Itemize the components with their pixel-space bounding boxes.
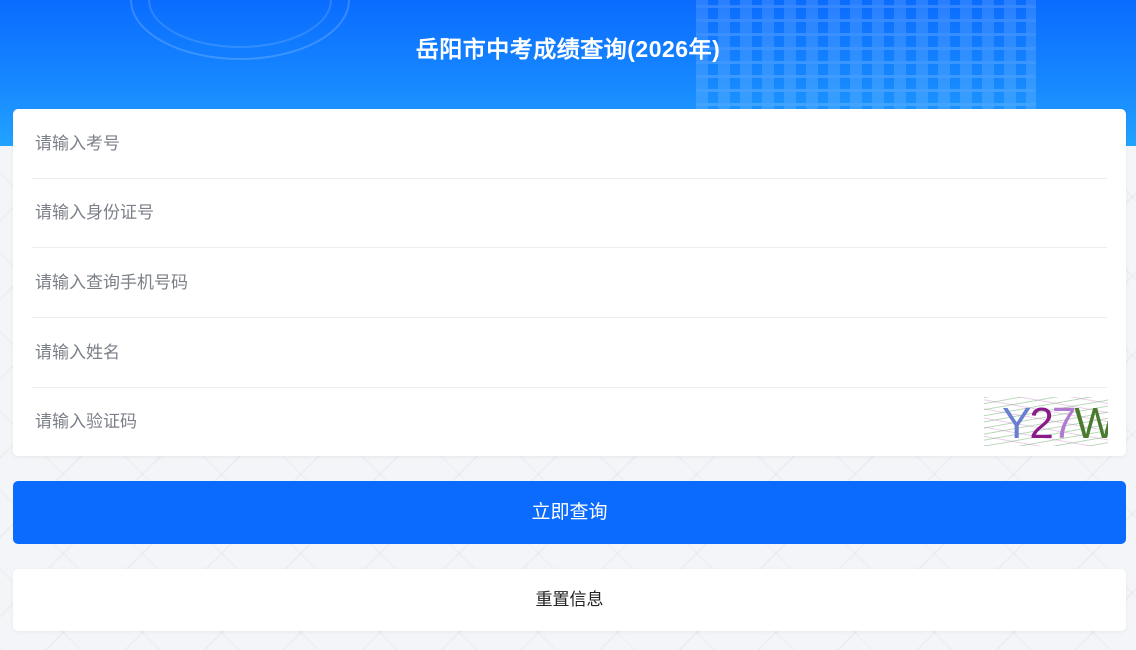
page: 岳阳市中考成绩查询(2026年) Y27W 立即查询 重置信息 (0, 0, 1136, 650)
captcha-char: 7 (1051, 399, 1077, 446)
captcha-text: Y27W (1002, 399, 1108, 446)
captcha-char: W (1074, 399, 1108, 446)
exam-number-field (32, 109, 1107, 179)
captcha-image[interactable]: Y27W (984, 397, 1108, 446)
captcha-field: Y27W (32, 387, 1108, 457)
captcha-char: 2 (1029, 399, 1054, 446)
reset-button[interactable]: 重置信息 (13, 569, 1126, 631)
page-title: 岳阳市中考成绩查询(2026年) (415, 36, 721, 62)
id-card-input[interactable] (32, 178, 1107, 247)
phone-field (32, 248, 1107, 318)
name-input[interactable] (32, 318, 1107, 387)
query-form: Y27W (13, 109, 1126, 457)
query-button[interactable]: 立即查询 (13, 481, 1126, 544)
phone-input[interactable] (32, 248, 1107, 317)
id-card-field (32, 178, 1107, 248)
captcha-input[interactable] (32, 387, 972, 457)
name-field (32, 318, 1107, 388)
captcha-char: Y (1002, 399, 1031, 446)
exam-number-input[interactable] (32, 109, 1107, 178)
